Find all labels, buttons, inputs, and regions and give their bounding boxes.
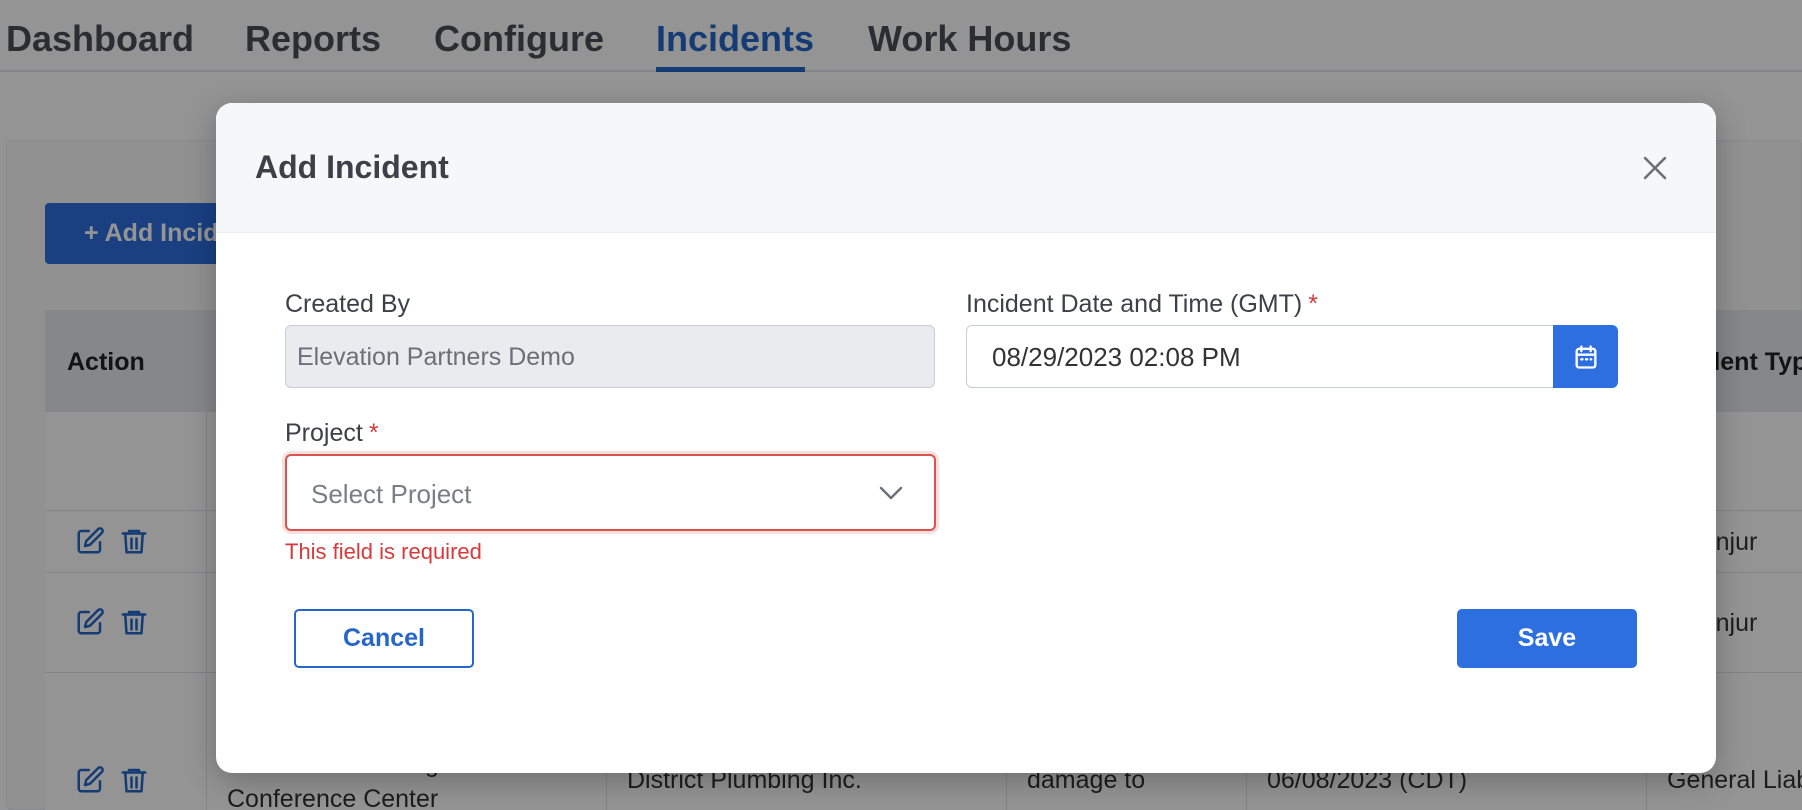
project-label: Project *	[285, 419, 379, 448]
calendar-button[interactable]	[1553, 325, 1618, 388]
project-error-message: This field is required	[285, 539, 482, 564]
add-incident-modal: Add Incident Created By Elevation Partne…	[216, 103, 1716, 773]
required-marker: *	[1308, 290, 1318, 318]
incident-date-label-text: Incident Date and Time (GMT)	[966, 290, 1303, 318]
project-select-placeholder: Select Project	[311, 479, 472, 509]
incident-date-input[interactable]: 08/29/2023 02:08 PM	[966, 325, 1554, 388]
close-icon[interactable]	[1638, 151, 1672, 185]
created-by-field: Elevation Partners Demo	[285, 325, 935, 388]
chevron-down-icon	[877, 482, 905, 504]
modal-title: Add Incident	[255, 149, 449, 185]
required-marker: *	[368, 419, 379, 447]
project-label-text: Project	[285, 419, 363, 447]
incident-date-label: Incident Date and Time (GMT) *	[966, 290, 1318, 319]
save-button[interactable]: Save	[1457, 609, 1637, 668]
created-by-label: Created By	[285, 290, 411, 318]
modal-header: Add Incident	[216, 103, 1716, 233]
project-select[interactable]: Select Project	[285, 454, 936, 531]
cancel-button[interactable]: Cancel	[294, 609, 474, 668]
calendar-icon	[1572, 343, 1600, 371]
